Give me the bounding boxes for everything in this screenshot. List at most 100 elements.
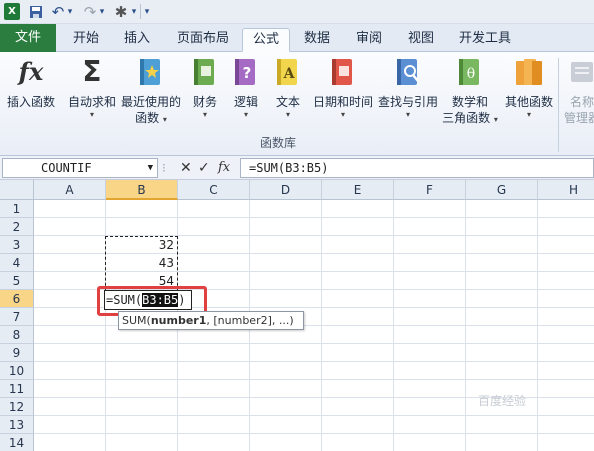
math-trig-label-2: 三角函数 (442, 111, 491, 125)
tab-view[interactable]: 视图 (396, 28, 446, 52)
name-box-dropdown-icon[interactable]: ▼ (148, 159, 153, 177)
text-functions-label: 文本 (275, 95, 300, 109)
worksheet-grid: A B C D E F G H 1 2 3 4 5 6 7 8 9 10 11 … (0, 180, 594, 451)
gridline (34, 343, 594, 344)
cancel-icon[interactable]: ✕ (180, 159, 192, 177)
math-book-icon: θ (455, 56, 485, 88)
column-header-a[interactable]: A (34, 180, 106, 200)
name-box[interactable]: COUNTIF ▼ (2, 158, 158, 178)
save-icon[interactable] (28, 3, 44, 20)
tool-icon[interactable]: ✱ (112, 3, 130, 21)
formula-bar: COUNTIF ▼ ⁝ ✕ ✓ fx =SUM(B3:B5) (0, 156, 594, 180)
column-header-g[interactable]: G (466, 180, 538, 200)
logical-question-glyph: ? (243, 64, 252, 82)
row-header-7[interactable]: 7 (0, 308, 34, 326)
column-header-b[interactable]: B (106, 180, 178, 200)
recently-used-button[interactable]: 最近使用的 函数 ▾ (120, 56, 182, 126)
tab-insert[interactable]: 插入 (112, 28, 162, 52)
redo-icon[interactable]: ↷ (82, 3, 98, 21)
row-header-9[interactable]: 9 (0, 344, 34, 362)
gridline (34, 415, 594, 416)
gridline (34, 361, 594, 362)
text-book-icon: A (273, 56, 303, 88)
lookup-reference-dropdown-icon: ▾ (405, 110, 410, 119)
function-argument-tooltip[interactable]: SUM(number1, [number2], ...) (118, 311, 304, 330)
financial-label: 财务 (192, 95, 217, 109)
name-manager-label-1: 名称 (569, 95, 594, 109)
tab-formulas[interactable]: 公式 (242, 28, 290, 52)
row-header-8[interactable]: 8 (0, 326, 34, 344)
tab-developer[interactable]: 开发工具 (448, 28, 522, 52)
financial-button[interactable]: 财务 ▾ (186, 56, 224, 120)
lookup-reference-button[interactable]: 查找与引用 ▾ (376, 56, 440, 120)
row-header-2[interactable]: 2 (0, 218, 34, 236)
column-header-e[interactable]: E (322, 180, 394, 200)
enter-icon[interactable]: ✓ (198, 159, 210, 177)
gridline (34, 217, 594, 218)
logical-button[interactable]: ? 逻辑 ▾ (228, 56, 264, 120)
function-library-group-label: 函数库 (259, 136, 296, 150)
tab-page-layout[interactable]: 页面布局 (164, 28, 242, 52)
ribbon-group-divider (558, 58, 559, 152)
text-functions-dropdown-icon: ▾ (285, 110, 290, 119)
logical-book-icon: ? (231, 56, 261, 88)
date-time-label: 日期和时间 (312, 95, 373, 109)
financial-book-icon (190, 56, 220, 88)
row-header-13[interactable]: 13 (0, 416, 34, 434)
recent-book-icon (136, 56, 166, 88)
fx-icon: fx (18, 57, 44, 86)
more-functions-button[interactable]: 其他函数 ▾ (502, 56, 556, 120)
column-header-c[interactable]: C (178, 180, 250, 200)
math-trig-dropdown-icon: ▾ (493, 115, 498, 124)
more-books-icon (514, 56, 544, 88)
autosum-label: 自动求和 (67, 95, 116, 109)
tab-file[interactable]: 文件 (0, 24, 56, 52)
insert-function-fx-icon[interactable]: fx (218, 159, 230, 177)
quick-access-toolbar: X ↶ ▾ ↷ ▾ ✱ ▾ ▾ (0, 0, 594, 24)
date-time-button[interactable]: 日期和时间 ▾ (310, 56, 376, 120)
tooltip-current-argument: number1 (150, 314, 207, 327)
insert-function-button[interactable]: fx 插入函数 (2, 56, 60, 110)
gridline (34, 379, 594, 380)
tooltip-remaining-arguments: , [number2], ...) (206, 314, 294, 327)
formula-input[interactable]: =SUM(B3:B5) (240, 158, 594, 178)
insert-function-label: 插入函数 (6, 95, 55, 109)
financial-dropdown-icon: ▾ (202, 110, 207, 119)
customize-toolbar-icon[interactable]: ▾ (142, 3, 152, 20)
ribbon-tabs: 文件 开始 插入 页面布局 公式 数据 审阅 视图 开发工具 (0, 24, 594, 52)
row-header-5[interactable]: 5 (0, 272, 34, 290)
row-header-11[interactable]: 11 (0, 380, 34, 398)
text-functions-button[interactable]: A 文本 ▾ (268, 56, 308, 120)
row-header-14[interactable]: 14 (0, 434, 34, 451)
tool-dropdown-icon[interactable]: ▾ (130, 3, 138, 20)
sigma-icon: Σ (82, 55, 102, 88)
column-header-f[interactable]: F (394, 180, 466, 200)
undo-dropdown-icon[interactable]: ▾ (66, 3, 74, 20)
copy-range-marquee (105, 236, 178, 291)
recently-used-label-1: 最近使用的 (120, 95, 181, 109)
select-all-corner[interactable] (0, 180, 34, 200)
lookup-book-icon (393, 56, 423, 88)
tab-review[interactable]: 审阅 (344, 28, 394, 52)
row-header-10[interactable]: 10 (0, 362, 34, 380)
tooltip-function: SUM( (122, 314, 151, 327)
row-header-6[interactable]: 6 (0, 290, 34, 308)
column-header-d[interactable]: D (250, 180, 322, 200)
math-trig-button[interactable]: θ 数学和 三角函数 ▾ (440, 56, 500, 126)
excel-app-icon[interactable]: X (4, 3, 20, 20)
tab-data[interactable]: 数据 (292, 28, 342, 52)
undo-icon[interactable]: ↶ (50, 3, 66, 21)
autosum-dropdown-icon: ▾ (89, 110, 94, 119)
name-manager-icon (567, 56, 594, 88)
row-header-4[interactable]: 4 (0, 254, 34, 272)
autosum-button[interactable]: Σ 自动求和 ▾ (64, 56, 120, 120)
redo-dropdown-icon[interactable]: ▾ (98, 3, 106, 20)
row-header-1[interactable]: 1 (0, 200, 34, 218)
text-a-glyph: A (283, 66, 296, 82)
more-functions-dropdown-icon: ▾ (526, 110, 531, 119)
column-header-h[interactable]: H (538, 180, 594, 200)
row-header-12[interactable]: 12 (0, 398, 34, 416)
tab-home[interactable]: 开始 (60, 28, 112, 52)
row-header-3[interactable]: 3 (0, 236, 34, 254)
name-manager-button[interactable]: 名称 管理器 (562, 56, 594, 126)
